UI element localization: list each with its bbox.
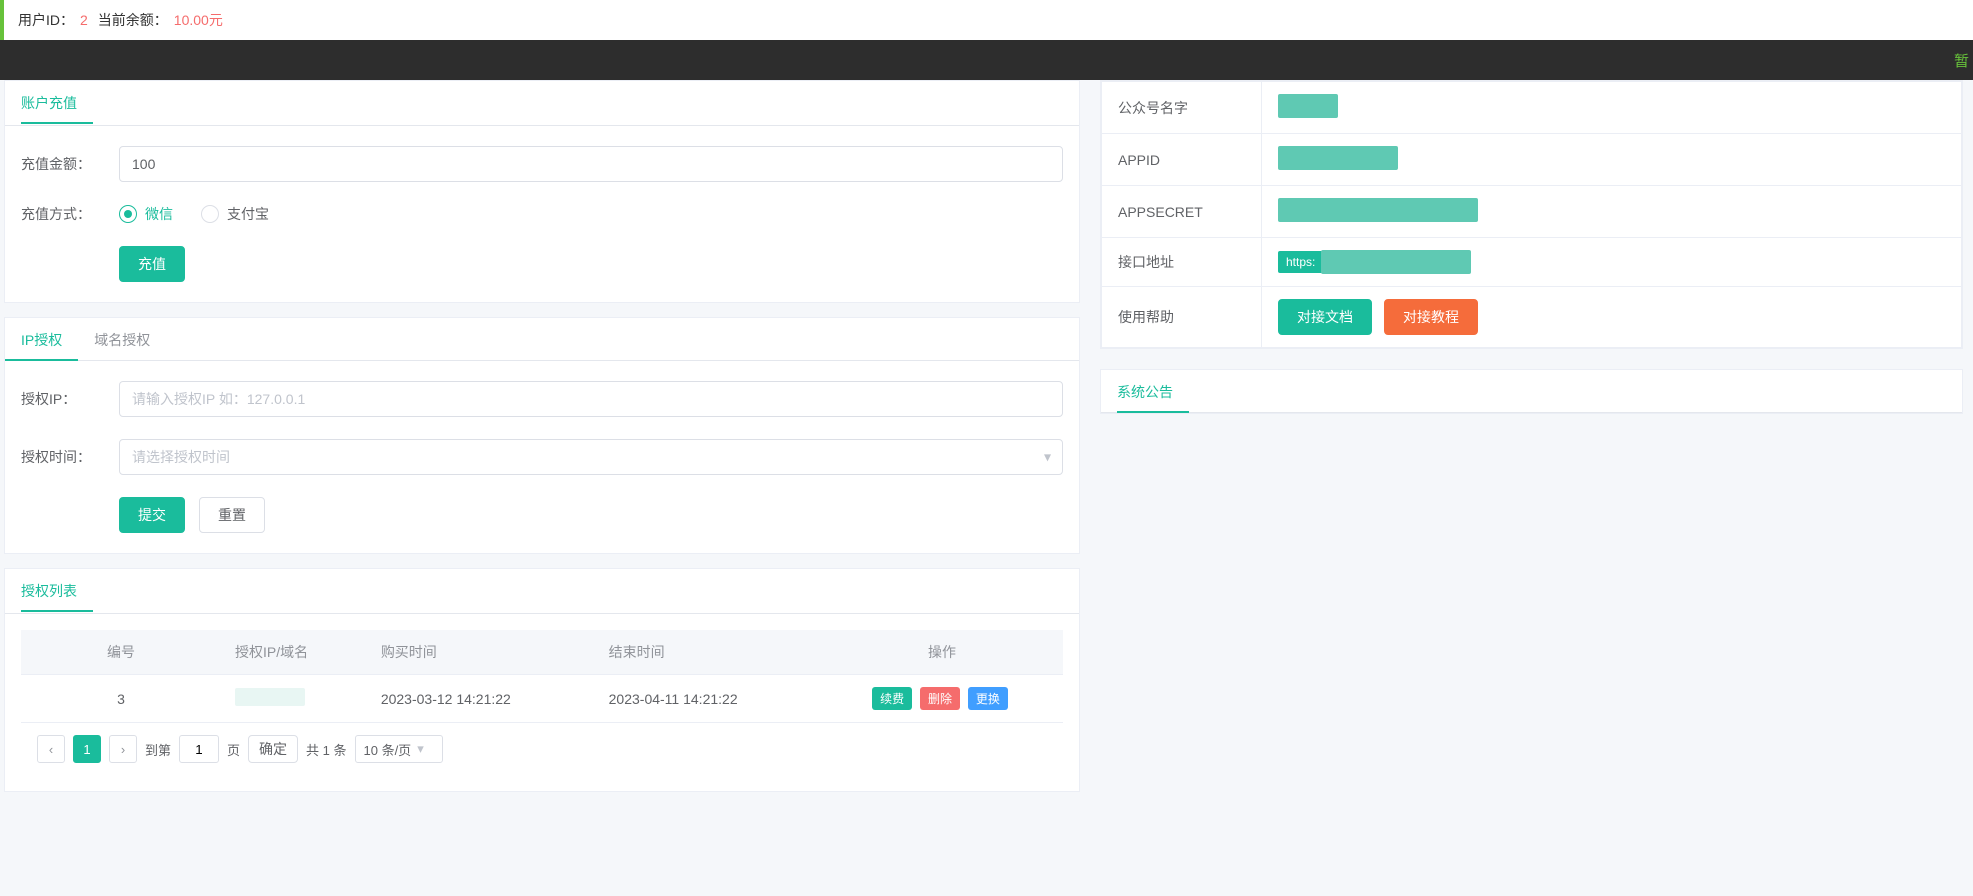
tutorial-button[interactable]: 对接教程 [1384,299,1478,335]
renew-button[interactable]: 续费 [872,687,912,710]
recharge-card: 账户充值 充值金额： 充值方式： 微信 [4,80,1080,303]
auth-card: IP授权 域名授权 授权IP： 授权时间： ▾ [4,317,1080,554]
chevron-down-icon: ▾ [417,741,424,757]
radio-alipay-label: 支付宝 [227,204,269,224]
radio-icon [201,205,219,223]
radio-alipay[interactable]: 支付宝 [201,204,269,224]
info-api-value: https: [1262,238,1962,287]
delete-button[interactable]: 删除 [920,687,960,710]
pagination: ‹ 1 › 到第 页 确定 共 1 条 10 条/页 ▾ [21,723,1063,775]
masked-value [1278,94,1338,118]
marquee-bar: 暂 [0,40,1973,80]
user-id-label: 用户ID： [18,10,74,30]
auth-table: 编号 授权IP/域名 购买时间 结束时间 操作 3 2023-03-12 14:… [21,630,1063,723]
replace-button[interactable]: 更换 [968,687,1008,710]
total-count: 共 1 条 [306,740,346,759]
masked-value [1278,198,1478,222]
col-target: 授权IP/域名 [221,630,367,675]
goto-label: 到第 [145,740,171,759]
col-buy: 购买时间 [367,630,595,675]
recharge-button[interactable]: 充值 [119,246,185,282]
marquee-text: 暂 [1954,50,1969,71]
masked-value [235,688,305,706]
auth-time-label: 授权时间： [21,447,119,467]
radio-wechat[interactable]: 微信 [119,204,173,224]
info-name-label: 公众号名字 [1102,82,1262,134]
info-help-label: 使用帮助 [1102,287,1262,348]
balance-value: 10.00元 [174,10,223,30]
page-size-select[interactable]: 10 条/页 ▾ [355,735,443,763]
tab-ip-auth[interactable]: IP授权 [5,318,78,360]
cell-actions: 续费 删除 更换 [821,675,1063,723]
info-secret-value [1262,186,1962,238]
amount-label: 充值金额： [21,154,119,174]
amount-input[interactable] [119,146,1063,182]
auth-submit-button[interactable]: 提交 [119,497,185,533]
masked-value [1278,146,1398,170]
balance-label: 当前余额： [98,10,168,30]
page-1-button[interactable]: 1 [73,735,101,763]
col-end: 结束时间 [595,630,821,675]
page-unit: 页 [227,740,240,759]
prev-page-button[interactable]: ‹ [37,735,65,763]
table-row: 3 2023-03-12 14:21:22 2023-04-11 14:21:2… [21,675,1063,723]
info-appid-label: APPID [1102,134,1262,186]
masked-value [1321,250,1471,274]
method-label: 充值方式： [21,204,119,224]
info-name-value [1262,82,1962,134]
notice-card: 系统公告 [1100,369,1963,414]
info-appid-value [1262,134,1962,186]
auth-tabs: IP授权 域名授权 [5,318,1079,361]
col-actions: 操作 [821,630,1063,675]
info-table: 公众号名字 APPID APPSECRET 接口地址 https: [1101,81,1962,348]
recharge-title: 账户充值 [5,81,93,125]
radio-wechat-label: 微信 [145,204,173,224]
auth-ip-input[interactable] [119,381,1063,417]
auth-list-title: 授权列表 [5,569,93,613]
auth-list-card: 授权列表 编号 授权IP/域名 购买时间 结束时间 操作 [4,568,1080,792]
goto-page-input[interactable] [179,735,219,763]
auth-time-select[interactable] [119,439,1063,475]
top-bar: 用户ID： 2 当前余额： 10.00元 [0,0,1973,40]
cell-id: 3 [21,675,221,723]
notice-title: 系统公告 [1101,370,1189,412]
user-id-value: 2 [80,12,88,28]
cell-buy: 2023-03-12 14:21:22 [367,675,595,723]
col-id: 编号 [21,630,221,675]
radio-icon [119,205,137,223]
goto-confirm-button[interactable]: 确定 [248,735,298,763]
doc-button[interactable]: 对接文档 [1278,299,1372,335]
info-secret-label: APPSECRET [1102,186,1262,238]
cell-target [221,675,367,723]
info-api-label: 接口地址 [1102,238,1262,287]
account-info-card: 公众号名字 APPID APPSECRET 接口地址 https: [1100,80,1963,349]
next-page-button[interactable]: › [109,735,137,763]
cell-end: 2023-04-11 14:21:22 [595,675,821,723]
auth-reset-button[interactable]: 重置 [199,497,265,533]
api-prefix: https: [1278,251,1323,273]
tab-domain-auth[interactable]: 域名授权 [78,318,166,360]
auth-ip-label: 授权IP： [21,389,119,409]
